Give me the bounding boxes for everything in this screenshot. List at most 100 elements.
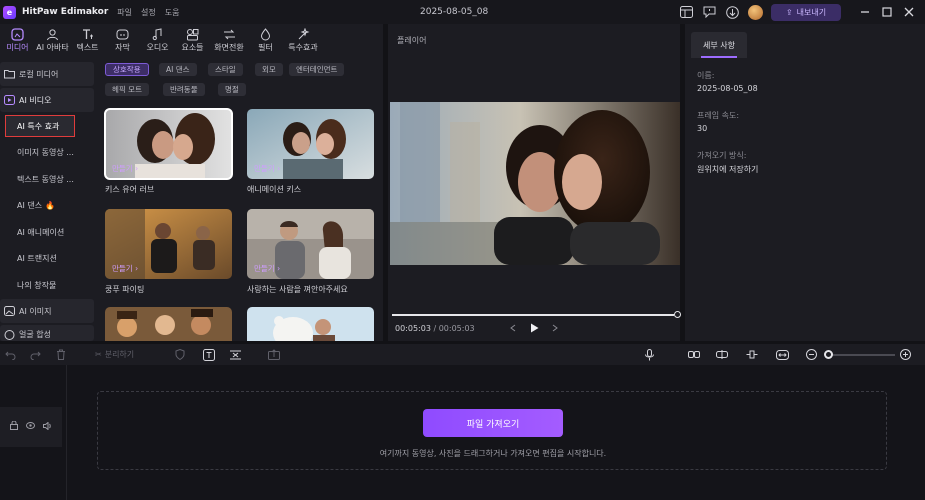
import-files-button[interactable]: 파일 가져오기 [423, 409, 563, 437]
effect-thumbnail[interactable]: 만들기 › [104, 108, 233, 180]
chip-style[interactable]: 스타일 [208, 63, 243, 76]
tool-elements[interactable]: 요소들 [175, 24, 210, 56]
sidebar-item-ai-transition[interactable]: AI 트랜지션 [0, 246, 94, 270]
menu-help[interactable]: 도움 [165, 7, 180, 18]
tool-transition[interactable]: 화면전환 [210, 24, 248, 56]
effect-thumbnail[interactable] [247, 307, 374, 341]
player-header: 플레이어 [397, 35, 427, 45]
shield-icon[interactable] [175, 348, 185, 361]
chip-hepic-mote[interactable]: 헤픽 모트 [105, 83, 149, 96]
effect-card-hug-loved-one[interactable]: 만들기 › 사랑하는 사람을 껴안아주세요 [247, 209, 374, 295]
sidebar-item-label: 텍스트 동영상 ... [17, 174, 74, 184]
sidebar-item-ai-image[interactable]: AI 이미지 [0, 299, 94, 323]
chip-appearance[interactable]: 외모 [255, 63, 283, 76]
sidebar-item-ai-animation[interactable]: AI 애니메이션 [0, 220, 94, 244]
zoom-in-icon[interactable] [900, 348, 911, 361]
sidebar-item-face-swap[interactable]: 얼굴 합성 [0, 325, 94, 341]
time-display: 00:05:03 / 00:05:03 [395, 324, 475, 333]
redo-icon[interactable] [30, 348, 41, 361]
sidebar-item-image-to-video[interactable]: 이미지 동영상 ... [0, 140, 94, 164]
make-link[interactable]: 만들기 › [254, 263, 280, 274]
undo-icon[interactable] [5, 348, 16, 361]
effect-thumbnail[interactable]: 만들기 › [247, 109, 374, 179]
text-box-icon[interactable] [203, 348, 215, 361]
sidebar-item-ai-video[interactable]: AI 비디오 [0, 88, 94, 112]
minimize-icon[interactable] [859, 6, 871, 18]
effect-card-kiss-your-love[interactable]: 만들기 › 키스 유어 러브 [104, 108, 233, 195]
tool-filter[interactable]: 필터 [248, 24, 283, 56]
folder-icon [4, 69, 15, 80]
zoom-slider-knob[interactable] [824, 350, 833, 359]
close-icon[interactable] [903, 6, 915, 18]
track-lock-icon[interactable] [10, 420, 18, 433]
tool-label: AI 아바타 [36, 43, 69, 52]
playback-progress-bar[interactable] [392, 311, 681, 318]
zoom-slider-track[interactable] [829, 354, 895, 356]
export-frame-icon[interactable] [268, 348, 280, 361]
effect-title: 키스 유어 러브 [105, 185, 155, 194]
sidebar-item-my-creations[interactable]: 나의 창작물 [0, 273, 94, 297]
maximize-icon[interactable] [881, 6, 893, 18]
detail-name-value: 2025-08-05_08 [697, 84, 758, 93]
sidebar-item-ai-effects[interactable]: AI 특수 효과 [5, 115, 75, 137]
make-link[interactable]: 만들기 › [112, 163, 138, 174]
sidebar-item-ai-dance[interactable]: AI 댄스 🔥 [0, 193, 94, 217]
effect-card-kungfu-fighting[interactable]: 만들기 › 쿵푸 파이팅 [105, 209, 232, 295]
microphone-icon[interactable] [645, 348, 654, 361]
sync-icon[interactable] [716, 348, 728, 361]
zoom-out-icon[interactable] [806, 348, 817, 361]
transition-icon [223, 27, 236, 41]
track-divider [66, 365, 67, 500]
feedback-icon[interactable] [702, 5, 716, 19]
make-link[interactable]: 만들기 › [112, 263, 138, 274]
play-icon[interactable] [528, 322, 540, 334]
chip-entertainment[interactable]: 엔터테인먼트 [289, 63, 345, 76]
document-title: 2025-08-05_08 [420, 7, 489, 17]
tab-details[interactable]: 세부 사항 [691, 32, 747, 58]
user-avatar[interactable] [748, 4, 763, 20]
subtitle-remove-icon[interactable] [229, 348, 242, 361]
tool-subtitle[interactable]: 자막 [105, 24, 140, 56]
effect-card-polar-bear[interactable] [247, 307, 374, 341]
fit-width-icon[interactable] [776, 348, 789, 361]
make-link[interactable]: 만들기 › [254, 163, 280, 174]
effect-thumbnail[interactable]: 만들기 › [105, 209, 232, 279]
layout-icon[interactable] [679, 5, 693, 19]
menu-settings[interactable]: 설정 [141, 7, 156, 18]
tool-ai-avatar[interactable]: AI 아바타 [35, 24, 70, 56]
export-button[interactable]: ⇪ 내보내기 [771, 3, 841, 21]
chip-pets[interactable]: 반려동물 [163, 83, 205, 96]
media-drop-zone[interactable]: 파일 가져오기 여기까지 동영상, 사진을 드래그하거나 가져오면 편집을 시작… [97, 391, 887, 470]
video-preview[interactable] [390, 102, 680, 265]
category-toolbar: 미디어 AI 아바타 텍스트 자막 오디오 요소들 화면전환 필터 특수효과 [0, 24, 383, 56]
prev-frame-icon[interactable] [507, 322, 519, 334]
chip-interaction[interactable]: 상호작용 [105, 63, 149, 76]
detail-import-method-label: 가져오기 방식: [697, 151, 747, 160]
link-icon[interactable] [688, 348, 700, 361]
delete-icon[interactable] [56, 348, 66, 361]
tool-media[interactable]: 미디어 [0, 24, 35, 56]
download-icon[interactable] [725, 5, 739, 19]
track-volume-icon[interactable] [43, 420, 52, 433]
sidebar-item-local-media[interactable]: 로컬 미디어 [0, 62, 94, 86]
sidebar-item-text-to-video[interactable]: 텍스트 동영상 ... [0, 167, 94, 191]
menu-file[interactable]: 파일 [117, 7, 132, 18]
timeline-toolbar: ✂ 분리하기 [0, 344, 925, 365]
snap-icon[interactable] [746, 348, 758, 361]
next-frame-icon[interactable] [549, 322, 561, 334]
effect-card-group[interactable] [105, 307, 232, 341]
effect-card-animated-kiss[interactable]: 만들기 › 애니메이션 키스 [247, 109, 374, 195]
effect-thumbnail[interactable] [105, 307, 232, 341]
split-button[interactable]: ✂ 분리하기 [95, 348, 134, 361]
tool-audio[interactable]: 오디오 [140, 24, 175, 56]
sidebar-item-label: 로컬 미디어 [19, 69, 59, 79]
tool-text[interactable]: 텍스트 [70, 24, 105, 56]
sidebar-item-label: AI 트랜지션 [17, 253, 57, 263]
tool-effects[interactable]: 특수효과 [283, 24, 323, 56]
effect-thumbnail[interactable]: 만들기 › [247, 209, 374, 279]
chip-holidays[interactable]: 명절 [218, 83, 246, 96]
split-label: 분리하기 [104, 350, 135, 359]
track-visibility-icon[interactable] [26, 422, 35, 432]
progress-knob[interactable] [674, 311, 681, 318]
chip-ai-dance[interactable]: AI 댄스 [159, 63, 197, 76]
